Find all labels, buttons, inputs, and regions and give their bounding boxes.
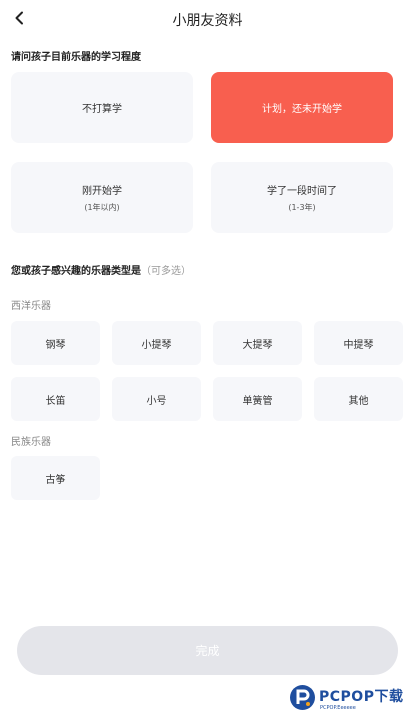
interest-question-hint: （可多选）: [141, 266, 191, 277]
watermark-brand: PCPOP下载: [319, 689, 404, 705]
done-button[interactable]: 完成: [17, 626, 398, 675]
folk-instruments-label: 民族乐器: [11, 437, 51, 448]
instrument-chip-viola[interactable]: 中提琴: [314, 321, 403, 365]
top-bar: 小朋友资料: [0, 0, 415, 36]
level-option-label: 学了一段时间了: [267, 186, 337, 197]
level-option-sublabel: (1年以内): [84, 203, 120, 212]
page-title: 小朋友资料: [172, 13, 243, 29]
interest-question: 您或孩子感兴趣的乐器类型是（可多选）: [11, 262, 191, 277]
instrument-chip-flute[interactable]: 长笛: [11, 377, 100, 421]
level-option-planning[interactable]: 计划，还未开始学: [211, 72, 393, 143]
pcpop-logo-icon: [290, 685, 315, 710]
watermark-tagline: PCPOP.Eeeeee: [320, 705, 356, 711]
level-option-label: 刚开始学: [82, 186, 122, 197]
instrument-chip-other[interactable]: 其他: [314, 377, 403, 421]
instrument-chip-clarinet[interactable]: 单簧管: [213, 377, 302, 421]
level-question: 请问孩子目前乐器的学习程度: [11, 52, 141, 63]
instrument-chip-cello[interactable]: 大提琴: [213, 321, 302, 365]
level-option-not-planning[interactable]: 不打算学: [11, 72, 193, 143]
watermark: PCPOP下载 PCPOP.Eeeeee: [289, 683, 411, 715]
instrument-chip-piano[interactable]: 钢琴: [11, 321, 100, 365]
level-option-sublabel: (1-3年): [288, 203, 316, 212]
level-option-learning-a-while[interactable]: 学了一段时间了 (1-3年): [211, 162, 393, 233]
western-instruments-label: 西洋乐器: [11, 301, 51, 312]
instrument-chip-violin[interactable]: 小提琴: [112, 321, 201, 365]
instrument-chip-guzheng[interactable]: 古筝: [11, 456, 100, 500]
level-option-just-started[interactable]: 刚开始学 (1年以内): [11, 162, 193, 233]
instrument-chip-trumpet[interactable]: 小号: [112, 377, 201, 421]
interest-question-text: 您或孩子感兴趣的乐器类型是: [11, 266, 141, 277]
level-option-label: 不打算学: [82, 104, 122, 115]
level-option-label: 计划，还未开始学: [262, 104, 342, 115]
